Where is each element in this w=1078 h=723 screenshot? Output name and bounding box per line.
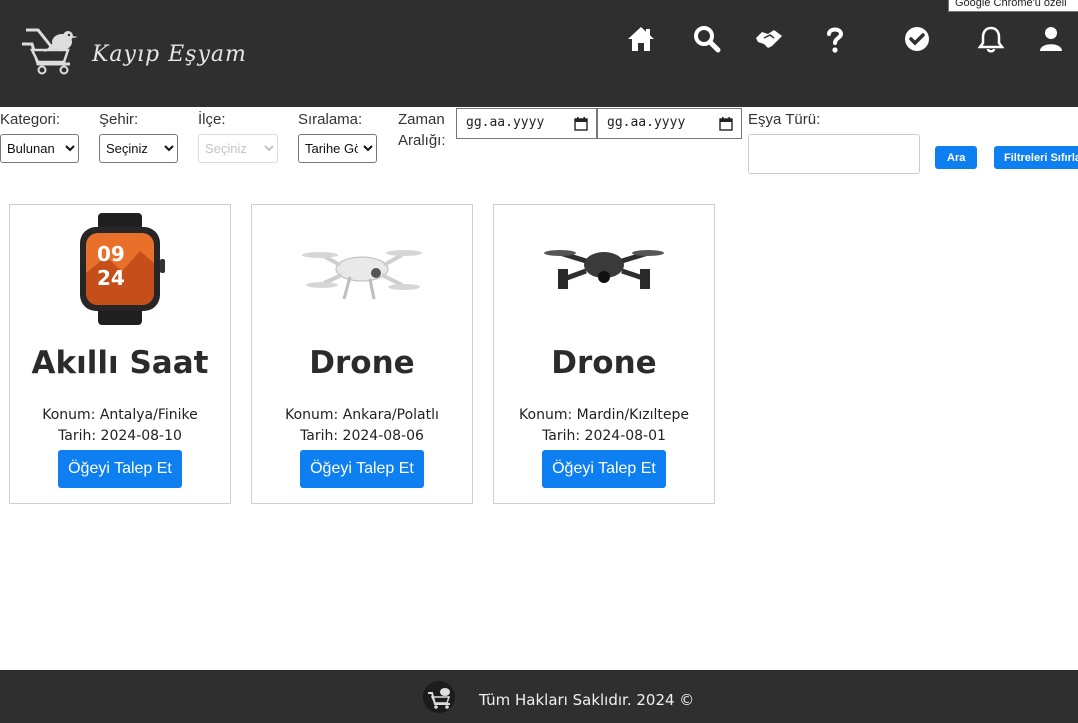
item-location: Konum: Ankara/Polatlı: [285, 407, 439, 423]
item-card: Drone Konum: Ankara/Polatlı Tarih: 2024-…: [251, 204, 473, 504]
date-end-placeholder: gg.aa.yyyy: [607, 115, 686, 130]
category-select[interactable]: Bulunan: [0, 134, 79, 163]
bell-icon[interactable]: [976, 24, 1006, 54]
calendar-icon[interactable]: [719, 117, 733, 131]
date-start-placeholder: gg.aa.yyyy: [466, 115, 545, 130]
item-type-input[interactable]: [748, 134, 920, 174]
watch-hour: 09: [97, 242, 125, 266]
item-title: Akıllı Saat: [31, 345, 209, 381]
date-range-label-line1: Zaman: [398, 111, 445, 128]
claim-item-button[interactable]: Öğeyi Talep Et: [58, 450, 182, 488]
sort-label: Sıralama:: [298, 111, 363, 128]
search-button[interactable]: Ara: [935, 146, 978, 169]
item-location: Konum: Antalya/Finike: [42, 407, 198, 423]
sort-select[interactable]: Tarihe Göre: [298, 134, 377, 163]
search-icon[interactable]: [692, 24, 722, 54]
date-start-input[interactable]: gg.aa.yyyy: [456, 108, 597, 139]
copyright-text: Tüm Hakları Saklıdır. 2024 ©: [479, 691, 695, 709]
claim-item-button[interactable]: Öğeyi Talep Et: [300, 450, 424, 488]
top-navbar: Kayıp Eşyam Google Chrome'u özell: [0, 0, 1078, 107]
smartwatch-image: 09 24: [80, 213, 165, 325]
item-date: Tarih: 2024-08-06: [300, 428, 424, 444]
reset-filters-button[interactable]: Filtreleri Sıfırla: [994, 146, 1078, 169]
watch-minute: 24: [97, 266, 125, 290]
item-type-label: Eşya Türü:: [748, 111, 821, 128]
check-circle-icon[interactable]: [902, 24, 932, 54]
city-label: Şehir:: [99, 111, 139, 128]
handshake-icon[interactable]: [754, 24, 784, 54]
footer-logo-icon: [423, 681, 455, 713]
claim-item-button[interactable]: Öğeyi Talep Et: [542, 450, 666, 488]
browser-tooltip: Google Chrome'u özell: [948, 0, 1078, 12]
date-range-label-line2: Aralığı:: [398, 132, 446, 149]
footer: Tüm Hakları Saklıdır. 2024 ©: [0, 670, 1078, 723]
black-drone-image: [544, 250, 664, 289]
item-card: Drone Konum: Mardin/Kızıltepe Tarih: 202…: [493, 204, 715, 504]
category-label: Kategori:: [0, 111, 61, 128]
district-select[interactable]: Seçiniz: [198, 134, 278, 163]
item-date: Tarih: 2024-08-01: [542, 428, 666, 444]
logo-bird-cart-icon[interactable]: [18, 24, 82, 76]
user-icon[interactable]: [1036, 24, 1066, 54]
date-range-label: Zaman Aralığı:: [398, 109, 446, 151]
item-date: Tarih: 2024-08-10: [58, 428, 182, 444]
white-drone-image: [302, 250, 422, 300]
calendar-icon[interactable]: [574, 117, 588, 131]
item-card: 09 24 Akıllı Saat Konum: Antalya/Finike …: [9, 204, 231, 504]
question-icon[interactable]: [820, 24, 850, 54]
item-title: Drone: [309, 345, 415, 381]
item-location: Konum: Mardin/Kızıltepe: [519, 407, 689, 423]
brand-name[interactable]: Kayıp Eşyam: [92, 42, 247, 67]
item-title: Drone: [551, 345, 657, 381]
home-icon[interactable]: [626, 24, 656, 54]
city-select[interactable]: Seçiniz: [99, 134, 178, 163]
district-label: İlçe:: [198, 111, 226, 128]
date-end-input[interactable]: gg.aa.yyyy: [597, 108, 742, 139]
